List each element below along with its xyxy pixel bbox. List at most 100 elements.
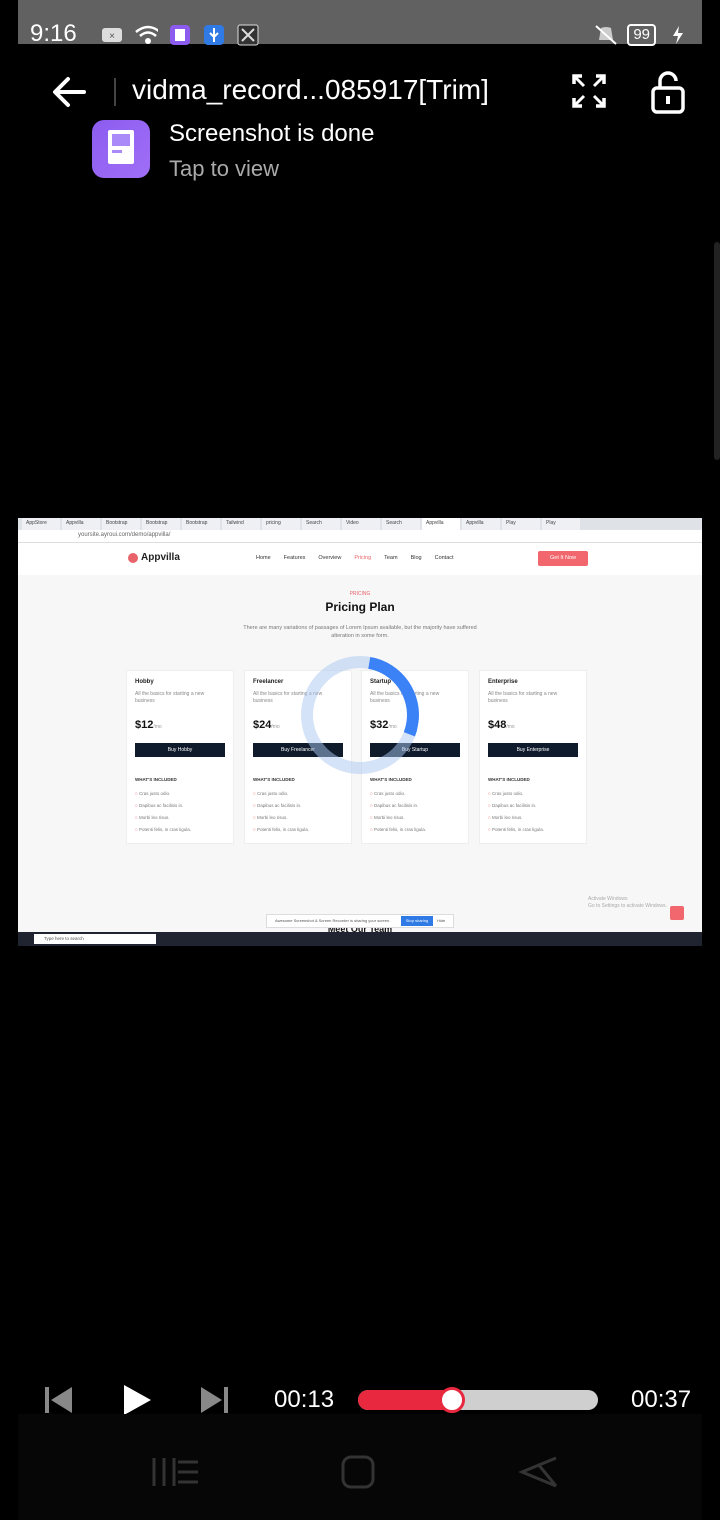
- plan-feature: Potenti felis, in cras ligula.: [488, 827, 544, 832]
- plan-price: $24/mo: [253, 719, 280, 731]
- status-icons-right: 99: [593, 24, 690, 46]
- plan-feature: Potenti felis, in cras ligula.: [253, 827, 309, 832]
- plan-description: All the basics for starting a new busine…: [135, 691, 205, 704]
- gallery-icon: [168, 24, 192, 46]
- battery-indicator: 99: [627, 24, 656, 46]
- browser-tab: Play: [502, 518, 540, 530]
- back-triangle-icon: [518, 1456, 558, 1488]
- stop-sharing-button: Stop sharing: [401, 916, 433, 926]
- plan-period: /mo: [153, 724, 162, 730]
- title-divider: [114, 78, 116, 106]
- browser-url: yoursite.ayroui.com/demo/appvilla/: [78, 532, 171, 538]
- includes-heading: WHAT'S INCLUDED: [135, 777, 177, 782]
- activate-title: Activate Windows: [588, 896, 628, 902]
- plan-price-value: $12: [135, 719, 154, 731]
- scroll-top-button: [670, 906, 684, 920]
- seek-bar-thumb[interactable]: [438, 1387, 465, 1413]
- plan-period: /mo: [271, 724, 280, 730]
- usb-icon: [202, 24, 226, 46]
- browser-tab: Tailwind: [222, 518, 260, 530]
- site-menu-item: Contact: [434, 555, 454, 561]
- browser-tab: pricing: [262, 518, 300, 530]
- plan-feature: Cras justo odio.: [253, 791, 288, 796]
- pricing-card: Hobby All the basics for starting a new b…: [126, 670, 234, 844]
- back-nav-button[interactable]: [516, 1454, 560, 1495]
- home-icon: [341, 1455, 375, 1489]
- seek-bar[interactable]: [358, 1390, 598, 1410]
- browser-tab: Bootstrap: [142, 518, 180, 530]
- charging-icon: [666, 24, 690, 46]
- plan-feature: Morbi leo risus.: [135, 815, 170, 820]
- browser-tab: Video: [342, 518, 380, 530]
- windows-taskbar: Type here to search: [18, 932, 702, 946]
- includes-heading: WHAT'S INCLUDED: [370, 777, 412, 782]
- buy-plan-button: Buy Hobby: [135, 743, 225, 757]
- screenshot-app-icon: [92, 120, 150, 178]
- scrollbar[interactable]: [714, 242, 720, 460]
- plan-feature: Cras justo odio.: [488, 791, 523, 796]
- site-menu-item: Features: [283, 555, 306, 561]
- play-icon: [124, 1385, 151, 1415]
- plan-feature: Cras justo odio.: [370, 791, 405, 796]
- site-nav: Appvilla Home Features Overview Pricing Team…: [18, 543, 702, 575]
- player-title-bar: vidma_record...085917[Trim]: [0, 58, 720, 122]
- expand-icon: [572, 74, 606, 108]
- site-menu-item: Team: [384, 555, 398, 561]
- browser-tab: Play: [542, 518, 580, 530]
- browser-tab: Bootstrap: [102, 518, 140, 530]
- system-navigation-bar: [18, 1414, 702, 1520]
- section-title: Pricing Plan: [325, 600, 395, 614]
- site-logo: Appvilla: [141, 552, 180, 563]
- buy-plan-button: Buy Enterprise: [488, 743, 578, 757]
- skip-next-icon: [201, 1387, 228, 1413]
- plan-feature: Potenti felis, in cras ligula.: [370, 827, 426, 832]
- fullscreen-button[interactable]: [570, 72, 608, 110]
- includes-heading: WHAT'S INCLUDED: [488, 777, 530, 782]
- plan-name: Hobby: [135, 679, 154, 685]
- plan-price-value: $24: [253, 719, 272, 731]
- recent-apps-icon: [152, 1458, 198, 1486]
- plan-feature: Dapibus ac facilisis in.: [135, 803, 183, 808]
- plan-name: Freelancer: [253, 679, 284, 685]
- plan-price: $12/mo: [135, 719, 162, 731]
- video-title: vidma_record...085917[Trim]: [132, 74, 489, 105]
- lock-button[interactable]: [648, 70, 688, 114]
- browser-tab: Appvilla: [462, 518, 500, 530]
- screen-share-bar: Awesome Screenshot & Screen Recorder is …: [266, 914, 454, 928]
- plan-price-value: $48: [488, 719, 507, 731]
- status-time: 9:16: [30, 20, 77, 47]
- get-it-now-button: Get It Now: [538, 551, 588, 566]
- toast-title: Screenshot is done: [169, 120, 375, 147]
- back-button[interactable]: [50, 74, 90, 110]
- status-icons-left: ×: [100, 24, 260, 46]
- mute-icon: [593, 24, 617, 46]
- video-editor-icon: [236, 24, 260, 46]
- plan-feature: Dapibus ac facilisis in.: [253, 803, 301, 808]
- site-menu: Home Features Overview Pricing Team Blog Conta…: [256, 555, 454, 561]
- skip-previous-icon: [45, 1387, 72, 1413]
- toast-subtitle: Tap to view: [169, 156, 280, 181]
- svg-text:×: ×: [109, 31, 115, 42]
- plan-feature: Cras justo odio.: [135, 791, 170, 796]
- section-description: There are many variations of passages of…: [243, 625, 477, 639]
- plan-description: All the basics for starting a new busine…: [488, 691, 558, 704]
- includes-heading: WHAT'S INCLUDED: [253, 777, 295, 782]
- plan-feature: Dapibus ac facilisis in.: [370, 803, 418, 808]
- browser-tab: Bootstrap: [182, 518, 220, 530]
- home-button[interactable]: [340, 1454, 376, 1495]
- plan-feature: Morbi leo risus.: [370, 815, 405, 820]
- total-time: 00:37: [631, 1386, 692, 1413]
- plan-feature: Morbi leo risus.: [253, 815, 288, 820]
- video-frame[interactable]: AppStore Appvilla Bootstrap Bootstrap Bootst…: [18, 518, 702, 946]
- browser-tab: Search: [382, 518, 420, 530]
- browser-tab: Appvilla: [62, 518, 100, 530]
- browser-tab: AppStore: [22, 518, 60, 530]
- browser-tab: Search: [302, 518, 340, 530]
- appvilla-logo-icon: [128, 553, 138, 563]
- share-text: Awesome Screenshot & Screen Recorder is …: [275, 918, 391, 923]
- plan-period: /mo: [506, 724, 515, 730]
- activate-windows-watermark: Activate Windows Go to Settings to activ…: [588, 896, 667, 910]
- browser-tab-bar: AppStore Appvilla Bootstrap Bootstrap Bootst…: [18, 518, 702, 530]
- plan-price: $48/mo: [488, 719, 515, 731]
- recent-apps-button[interactable]: [150, 1454, 202, 1495]
